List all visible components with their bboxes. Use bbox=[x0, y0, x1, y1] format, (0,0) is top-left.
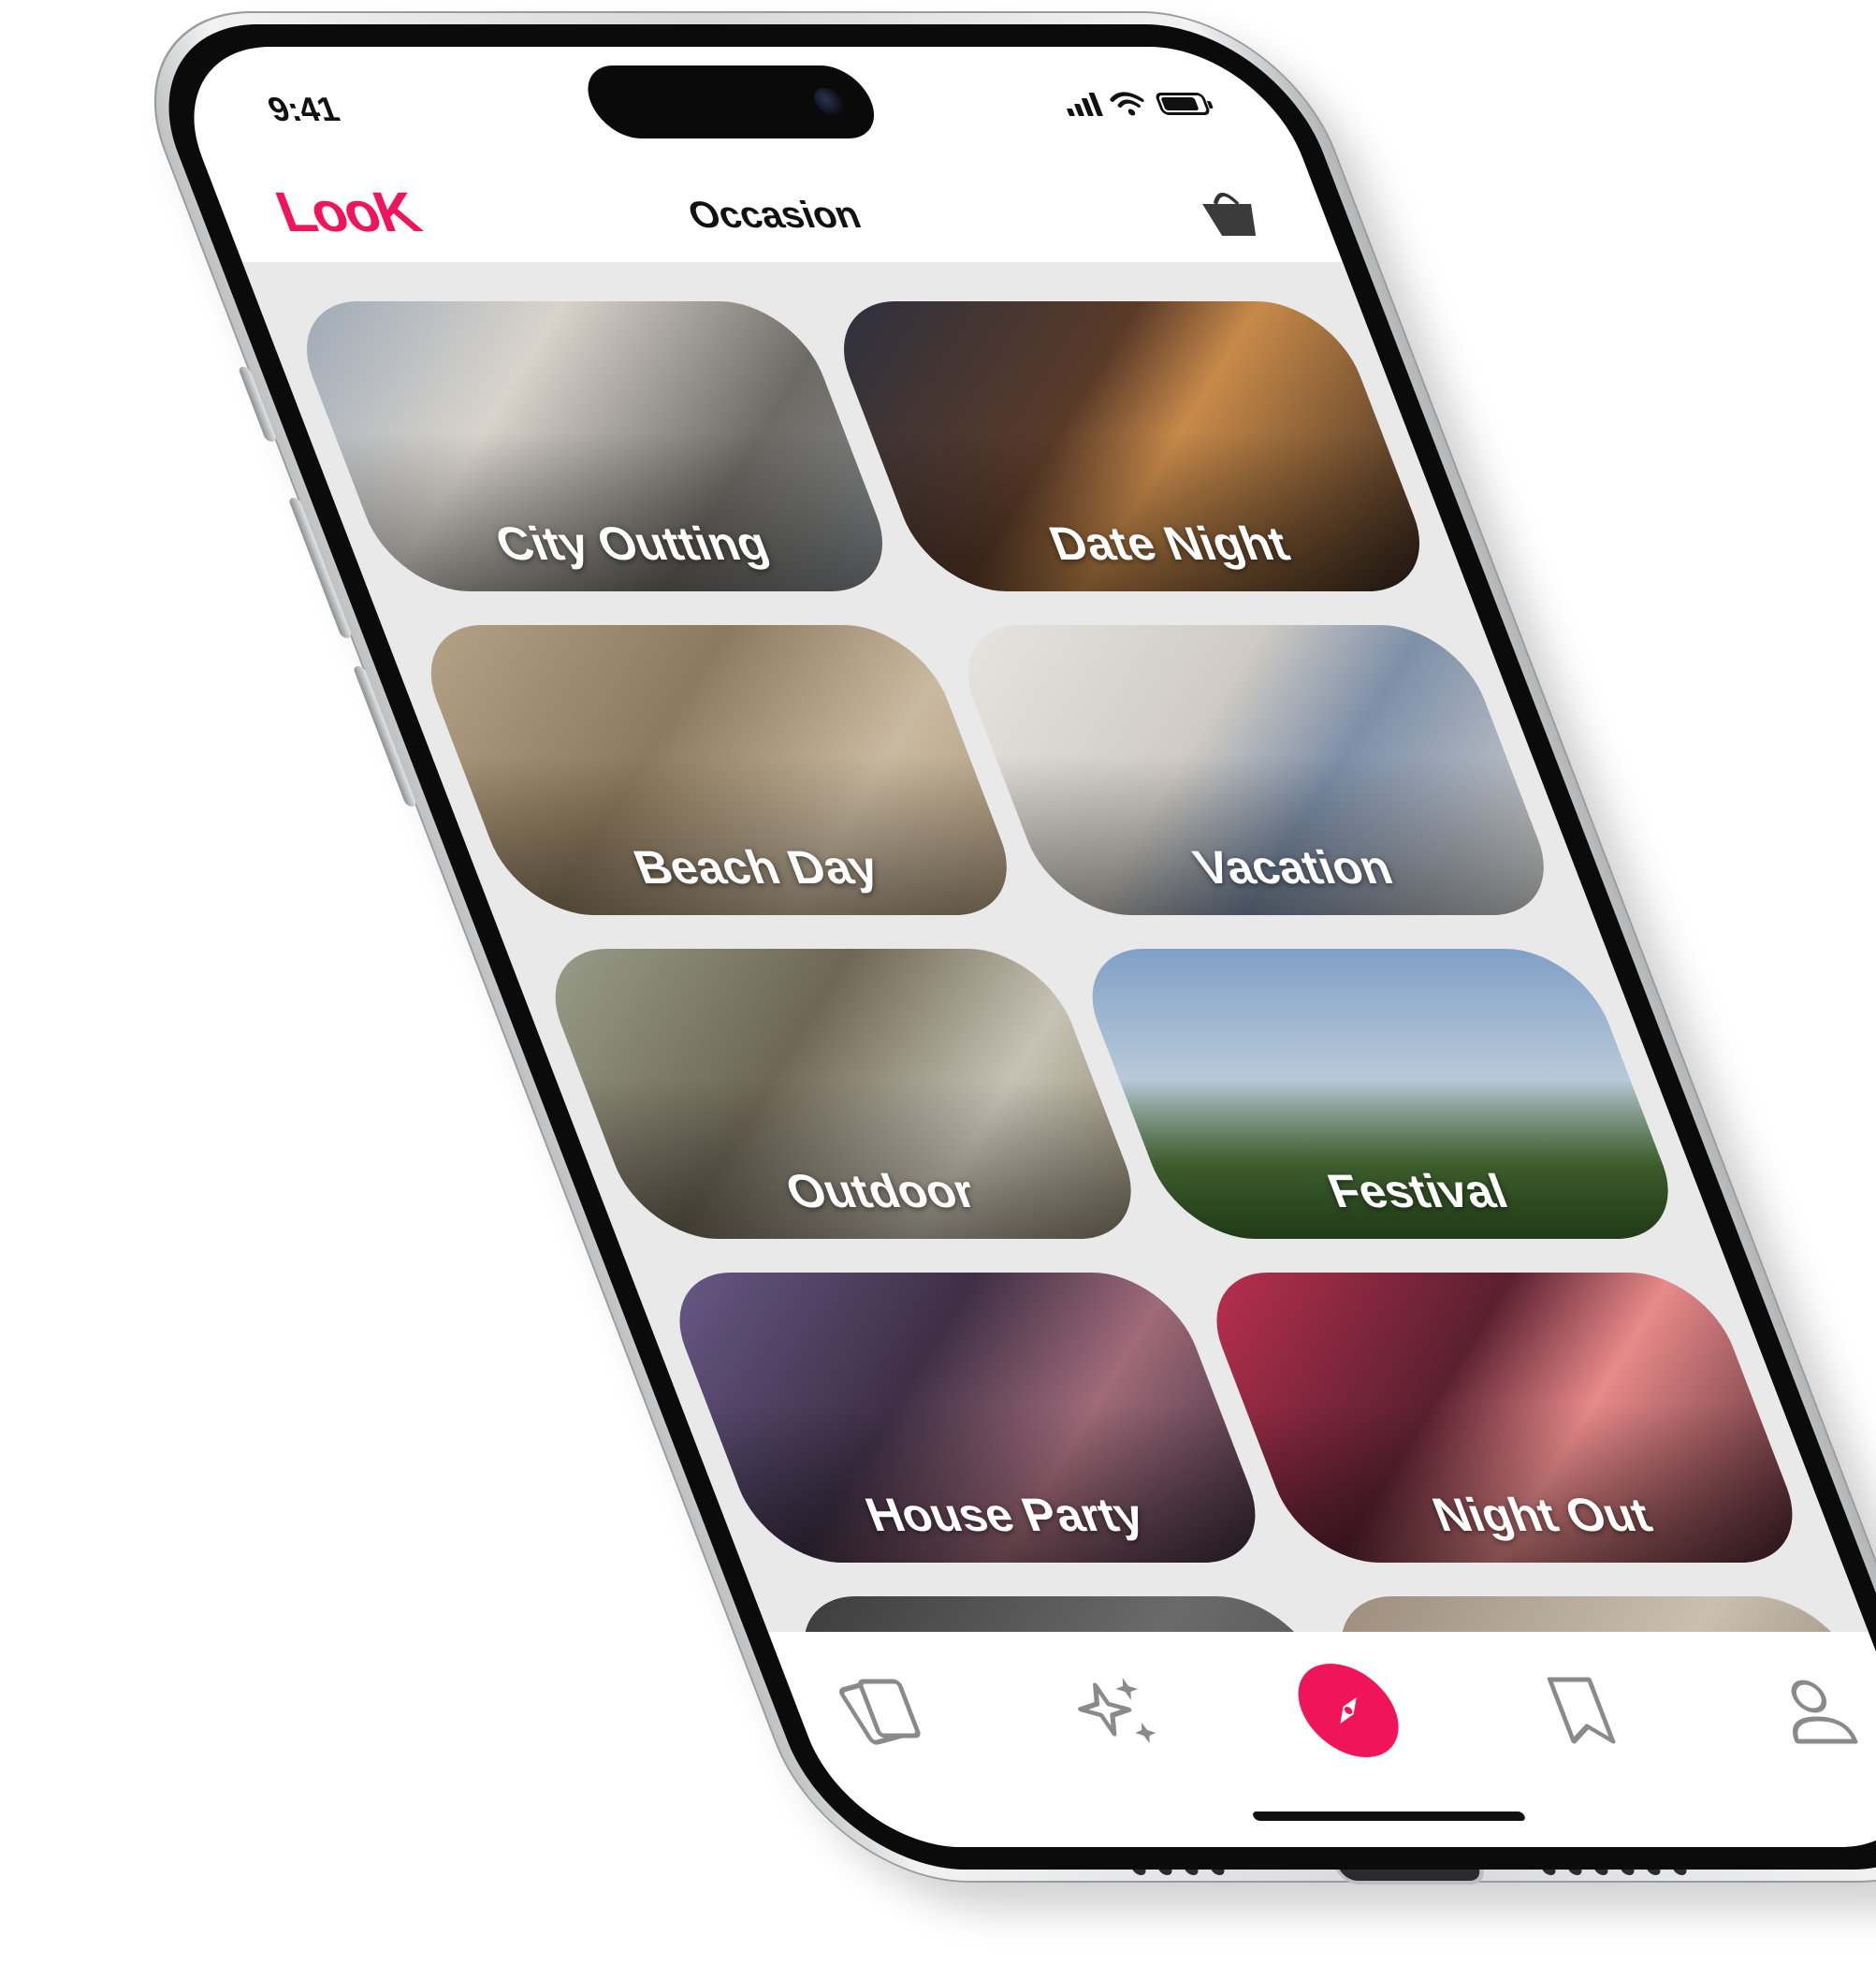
compass-icon bbox=[1340, 1697, 1357, 1724]
status-time: 9:41 bbox=[262, 90, 345, 128]
occasion-card[interactable] bbox=[780, 1596, 1403, 1632]
page-title: Occasion bbox=[682, 195, 867, 236]
occasion-label: Date Night bbox=[1041, 517, 1297, 570]
tab-bar bbox=[767, 1632, 1876, 1847]
occasion-card[interactable]: Date Night bbox=[820, 301, 1443, 591]
active-tab-indicator bbox=[1283, 1664, 1414, 1757]
occasion-label: Beach Day bbox=[626, 841, 886, 894]
home-indicator[interactable] bbox=[1251, 1812, 1527, 1821]
dynamic-island bbox=[576, 65, 886, 138]
occasion-label: Festival bbox=[1320, 1165, 1515, 1217]
cellular-signal-icon bbox=[1060, 92, 1103, 116]
occasion-label: House Party bbox=[858, 1489, 1152, 1541]
tab-cards[interactable] bbox=[818, 1664, 947, 1757]
mockup-stage: 9:41 LooK Occasion City Outting Date Nig… bbox=[0, 0, 1876, 1979]
occasion-card[interactable]: Beach Day bbox=[407, 625, 1030, 915]
occasion-card[interactable]: Night Out bbox=[1193, 1273, 1816, 1563]
tab-saved[interactable] bbox=[1517, 1664, 1646, 1757]
occasion-label: Night Out bbox=[1425, 1489, 1659, 1541]
occasion-card[interactable] bbox=[1317, 1596, 1869, 1632]
occasion-card[interactable]: Outdoor bbox=[531, 949, 1155, 1239]
occasion-card[interactable]: Vacation bbox=[944, 625, 1567, 915]
front-camera bbox=[809, 88, 849, 116]
occasion-card[interactable]: House Party bbox=[656, 1273, 1279, 1563]
battery-icon bbox=[1154, 93, 1212, 115]
tab-items bbox=[818, 1664, 1876, 1757]
occasion-card[interactable]: City Outting bbox=[283, 301, 906, 591]
occasion-label: City Outting bbox=[487, 517, 777, 570]
occasion-label: Vacation bbox=[1186, 841, 1400, 894]
bookmark-icon bbox=[1547, 1677, 1616, 1744]
status-bar: 9:41 bbox=[160, 47, 1303, 159]
phone-device: 9:41 LooK Occasion City Outting Date Nig… bbox=[110, 11, 1876, 1883]
occasion-label: Outdoor bbox=[778, 1165, 983, 1217]
card-overlay bbox=[780, 1596, 1403, 1632]
wifi-icon bbox=[1110, 92, 1144, 116]
tab-ai-stylist[interactable] bbox=[1051, 1664, 1180, 1757]
cards-icon bbox=[839, 1679, 921, 1745]
sparkles-icon bbox=[1078, 1678, 1156, 1743]
status-icons bbox=[1060, 92, 1212, 116]
occasion-card[interactable]: Festival bbox=[1069, 949, 1692, 1239]
card-overlay bbox=[1317, 1596, 1869, 1632]
tab-explore[interactable] bbox=[1283, 1664, 1414, 1757]
profile-icon bbox=[1791, 1680, 1858, 1744]
tab-profile[interactable] bbox=[1750, 1664, 1876, 1757]
app-header: LooK Occasion bbox=[202, 159, 1343, 262]
